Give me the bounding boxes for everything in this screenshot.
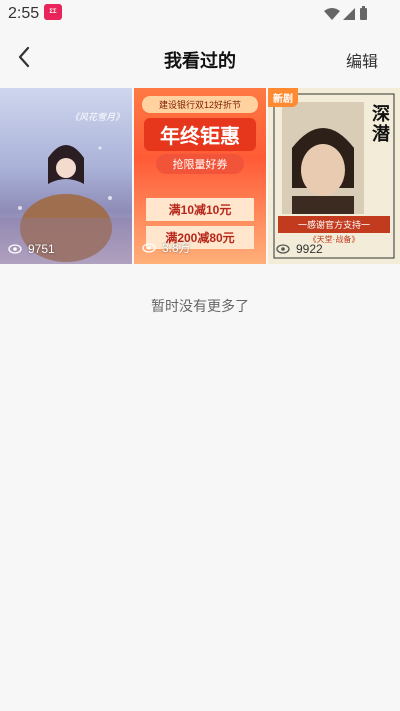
- eye-icon: [142, 242, 156, 253]
- eye-icon: [8, 244, 22, 254]
- back-arrow-icon: [18, 46, 30, 68]
- status-icons: [322, 6, 370, 22]
- history-card[interactable]: 建设银行双12好折节 年终钜惠 抢限量好券 满10减10元 满200减80元 3…: [134, 88, 266, 264]
- eye-icon: [276, 244, 290, 254]
- status-app-badge: ΣΣ: [44, 4, 62, 20]
- poster-banner: 建设银行双12好折节: [142, 96, 258, 113]
- view-count: 3.8万: [142, 239, 191, 256]
- view-count-value: 9922: [296, 242, 323, 256]
- wifi-icon: [324, 8, 340, 20]
- signal-icon: [343, 8, 355, 20]
- history-grid: 《风花雪月》 9751 建设银行双12好折节 年终钜惠 抢限量好券 满10减10…: [0, 88, 400, 264]
- history-card[interactable]: 新剧 深潜 一感谢官方支持一 《天堂·战备》 9922: [268, 88, 400, 264]
- status-time: 2:55: [8, 5, 40, 22]
- empty-tip: 暂时没有更多了: [151, 298, 249, 314]
- view-count: 9751: [8, 242, 55, 256]
- poster-subtitle: 抢限量好券: [156, 154, 244, 174]
- back-button[interactable]: [12, 44, 38, 70]
- view-count: 9922: [276, 242, 323, 256]
- poster-side-title: 深潜: [372, 104, 390, 144]
- page-title: 我看过的: [164, 51, 236, 71]
- history-card[interactable]: 《风花雪月》 9751: [0, 88, 132, 264]
- poster-banner: 一感谢官方支持一: [278, 216, 390, 233]
- nav-bar: 我看过的 编辑: [0, 36, 400, 80]
- offer-1: 满10减10元: [146, 198, 254, 221]
- view-count-value: 9751: [28, 242, 55, 256]
- view-count-value: 3.8万: [162, 241, 191, 255]
- poster-title: 《风花雪月》: [70, 112, 125, 122]
- new-badge: 新剧: [268, 88, 298, 107]
- edit-button[interactable]: 编辑: [346, 48, 378, 72]
- poster-headline: 年终钜惠: [144, 118, 256, 151]
- battery-icon: [360, 8, 367, 20]
- status-bar: 2:55 ΣΣ: [0, 0, 400, 28]
